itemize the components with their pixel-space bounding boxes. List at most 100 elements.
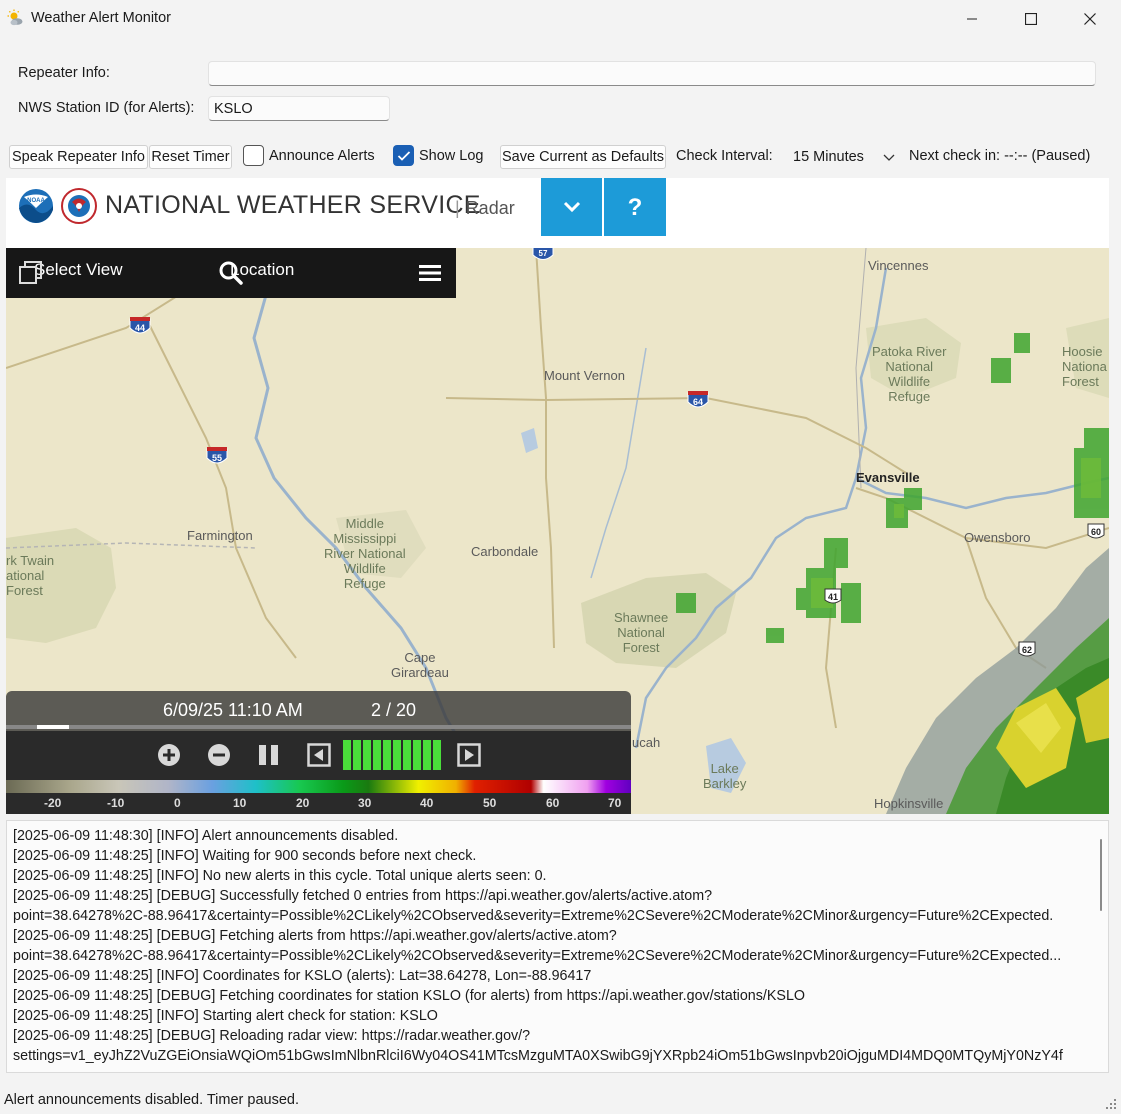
frame-counter: 2 / 20 xyxy=(371,700,417,720)
map-label-carbondale: Carbondale xyxy=(471,544,539,559)
log-scrollbar[interactable] xyxy=(1100,839,1102,911)
svg-text:60: 60 xyxy=(1091,527,1101,537)
minimize-icon xyxy=(967,18,977,19)
nws-separator: | xyxy=(455,198,460,218)
speed-bar xyxy=(383,740,391,770)
nws-subtitle: | Radar xyxy=(455,198,515,219)
reflectivity-legend: -20 -10 0 10 20 30 40 50 60 70 xyxy=(6,780,631,814)
speed-bar xyxy=(433,740,441,770)
sun-cloud-icon xyxy=(7,9,23,26)
svg-text:57: 57 xyxy=(539,249,548,258)
title-bar: Weather Alert Monitor xyxy=(0,0,1121,37)
log-line: [2025-06-09 11:48:25] [DEBUG] Reloading … xyxy=(13,1028,531,1044)
close-icon xyxy=(1084,12,1096,25)
interstate-57-shield: 57 xyxy=(532,248,554,260)
show-log-checkbox[interactable] xyxy=(393,145,414,166)
nws-logo-icon xyxy=(61,188,97,224)
log-panel[interactable]: [2025-06-09 11:48:30] [INFO] Alert annou… xyxy=(6,820,1109,1073)
radar-map[interactable]: Vincennes Patoka River National Wildlife Re… xyxy=(6,248,1109,814)
next-check-status: Next check in: --:-- (Paused) xyxy=(909,148,1091,164)
legend-tick: 10 xyxy=(233,796,247,810)
layers-icon xyxy=(19,261,42,284)
speed-bar xyxy=(343,740,351,770)
zoom-in-icon[interactable] xyxy=(157,743,181,767)
checkmark-icon xyxy=(397,150,410,161)
timeline-track[interactable] xyxy=(6,725,631,729)
save-defaults-button[interactable]: Save Current as Defaults xyxy=(500,145,666,169)
map-label-middle-mississippi: Middle Mississippi River National Wildlife R… xyxy=(324,516,406,591)
animation-speed-bars[interactable] xyxy=(343,740,444,770)
map-label-mark-twain: rk Twain ational Forest xyxy=(6,553,55,598)
station-id-input[interactable] xyxy=(208,96,390,121)
log-line: [2025-06-09 11:48:25] [INFO] Coordinates… xyxy=(13,968,592,984)
view-toolbar: Select View Location xyxy=(6,248,456,298)
log-line: point=38.64278%2C-88.96417&certainty=Pos… xyxy=(13,948,1062,964)
window-title: Weather Alert Monitor xyxy=(31,10,171,26)
legend-tick: 70 xyxy=(608,796,622,810)
search-icon xyxy=(219,261,243,285)
map-label-shawnee: Shawnee National Forest xyxy=(614,610,669,655)
nws-header: NOAA NATIONAL WEATHER SERVICE | Radar ? xyxy=(6,178,1109,248)
resize-grip-icon[interactable] xyxy=(1105,1098,1117,1110)
log-line: [2025-06-09 11:48:25] [INFO] Starting al… xyxy=(13,1008,438,1024)
nws-radar-label: Radar xyxy=(465,198,515,218)
station-id-label: NWS Station ID (for Alerts): xyxy=(18,100,195,116)
speed-bar xyxy=(413,740,421,770)
log-line: [2025-06-09 11:48:25] [DEBUG] Successful… xyxy=(13,888,713,904)
legend-tick: 40 xyxy=(420,796,434,810)
speed-bar xyxy=(363,740,371,770)
svg-text:64: 64 xyxy=(693,397,703,407)
nws-title: NATIONAL WEATHER SERVICE xyxy=(105,191,481,219)
legend-tick: 60 xyxy=(546,796,560,810)
animation-controls xyxy=(6,731,631,780)
svg-text:44: 44 xyxy=(135,323,145,333)
step-back-icon[interactable] xyxy=(307,743,331,767)
check-interval-select[interactable]: 15 Minutes xyxy=(783,143,901,171)
radar-webview[interactable]: NOAA NATIONAL WEATHER SERVICE |Radar ? xyxy=(6,178,1109,814)
show-log-label: Show Log xyxy=(419,148,484,164)
menu-dropdown-button[interactable] xyxy=(541,178,602,236)
chevron-down-icon xyxy=(883,154,895,161)
log-line: [2025-06-09 11:48:25] [DEBUG] Fetching c… xyxy=(13,988,806,1004)
map-label-farmington: Farmington xyxy=(187,528,253,543)
us-60-shield: 60 xyxy=(1087,523,1105,539)
svg-text:41: 41 xyxy=(828,592,838,602)
check-interval-label: Check Interval: xyxy=(676,148,773,164)
status-text: Alert announcements disabled. Timer paus… xyxy=(4,1092,300,1108)
location-search-button[interactable]: Location xyxy=(218,260,294,285)
select-view-button[interactable]: Select View xyxy=(18,260,123,284)
map-label-mount-vernon: Mount Vernon xyxy=(544,368,625,383)
us-41-shield: 41 xyxy=(824,588,842,604)
legend-tick: -20 xyxy=(44,796,62,810)
speed-bar xyxy=(373,740,381,770)
speed-bar xyxy=(403,740,411,770)
log-line: [2025-06-09 11:48:25] [DEBUG] Fetching a… xyxy=(13,928,617,944)
select-view-label: Select View xyxy=(34,260,123,279)
map-label-hopkinsville: Hopkinsville xyxy=(874,796,944,811)
reset-timer-button[interactable]: Reset Timer xyxy=(149,145,232,169)
svg-text:NOAA: NOAA xyxy=(27,198,45,204)
pause-icon[interactable] xyxy=(257,743,281,767)
minimize-button[interactable] xyxy=(943,0,1001,37)
zoom-out-icon[interactable] xyxy=(207,743,231,767)
announce-alerts-checkbox[interactable] xyxy=(243,145,264,166)
map-label-cape-girardeau: Cape Girardeau xyxy=(391,650,449,680)
repeater-info-input[interactable] xyxy=(208,61,1096,86)
map-label-paducah: ucah xyxy=(632,735,661,750)
repeater-info-label: Repeater Info: xyxy=(18,65,110,81)
animation-header: 6/09/25 11:10 AM 2 / 20 xyxy=(6,691,631,731)
legend-tick: 0 xyxy=(174,796,181,810)
check-interval-value: 15 Minutes xyxy=(793,149,864,165)
help-button[interactable]: ? xyxy=(604,178,666,236)
radar-timestamp: 6/09/25 11:10 AM xyxy=(163,700,303,720)
log-line: settings=v1_eyJhZ2VuZGEiOnsiaWQiOm51bGws… xyxy=(13,1048,1063,1064)
map-label-evansville: Evansville xyxy=(856,470,920,485)
speak-repeater-info-button[interactable]: Speak Repeater Info xyxy=(9,145,148,169)
animation-panel: 6/09/25 11:10 AM 2 / 20 -20 -10 0 10 20 … xyxy=(6,691,631,814)
log-line: [2025-06-09 11:48:25] [INFO] Waiting for… xyxy=(13,848,477,864)
svg-text:62: 62 xyxy=(1022,645,1032,655)
step-forward-icon[interactable] xyxy=(457,743,481,767)
close-button[interactable] xyxy=(1061,0,1119,37)
maximize-button[interactable] xyxy=(1002,0,1060,37)
timeline-progress xyxy=(37,725,69,729)
